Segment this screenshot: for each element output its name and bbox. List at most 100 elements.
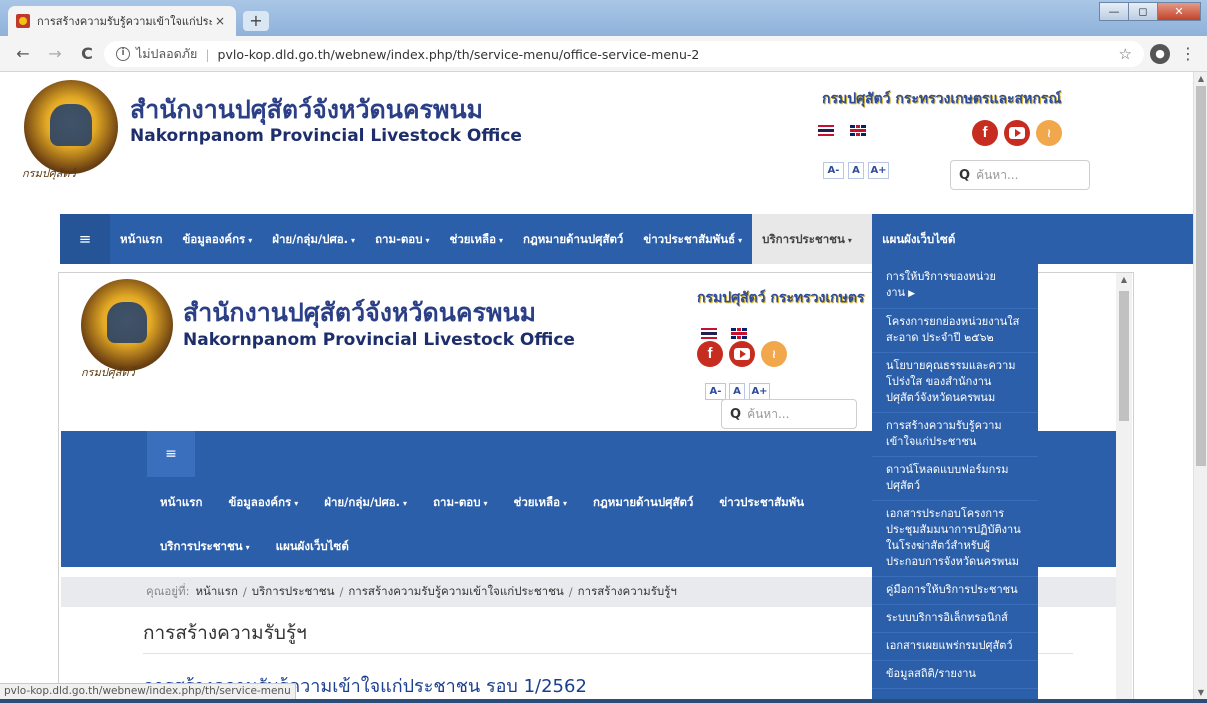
page-scroll-thumb[interactable] xyxy=(1196,86,1206,466)
breadcrumb-public-service[interactable]: บริการประชาชน xyxy=(252,583,335,601)
frame-font-decrease-button[interactable]: A- xyxy=(705,383,726,400)
scroll-up-icon[interactable]: ▲ xyxy=(1116,273,1132,287)
address-separator: | xyxy=(205,46,210,62)
nav-sitemap[interactable]: แผนผังเว็บไซต์ xyxy=(872,214,965,264)
nav-divisions[interactable]: ฝ่าย/กลุ่ม/ปศอ. ▾ xyxy=(262,214,365,264)
dropdown-item-publications[interactable]: เอกสารเผยแพร่กรมปศุสัตว์ xyxy=(872,633,1038,661)
browser-titlebar: การสร้างความรับรู้ความเข้าใจแก่ประชา × +… xyxy=(0,0,1207,36)
frame-nav-home[interactable]: หน้าแรก xyxy=(147,483,215,521)
new-tab-button[interactable]: + xyxy=(243,11,269,31)
browser-tab[interactable]: การสร้างความรับรู้ความเข้าใจแก่ประชา × xyxy=(8,6,236,36)
frame-nav-news[interactable]: ข่าวประชาสัมพัน xyxy=(706,483,817,521)
minimize-button[interactable]: — xyxy=(1099,2,1129,21)
department-label: กรมปศุสัตว์ กระทรวงเกษตรและสหกรณ์ xyxy=(822,91,1062,107)
chevron-down-icon: ▾ xyxy=(499,236,504,245)
uk-flag-icon[interactable] xyxy=(850,125,866,136)
frame-font-increase-button[interactable]: A+ xyxy=(749,383,770,400)
frame-scroll-thumb[interactable] xyxy=(1119,291,1129,421)
frame-search-icon: Q xyxy=(730,406,742,422)
frame-nav-organization[interactable]: ข้อมูลองค์กร ▾ xyxy=(215,483,311,521)
not-secure-label: ไม่ปลอดภัย xyxy=(136,46,198,61)
dropdown-item-download-forms[interactable]: ดาวน์โหลดแบบฟอร์มกรมปศุสัตว์ xyxy=(872,457,1038,501)
menu-toggle-icon[interactable]: ≡ xyxy=(60,214,110,264)
back-arrow-icon[interactable]: ← xyxy=(12,44,34,64)
frame-menu-toggle-icon[interactable]: ≡ xyxy=(147,431,195,477)
frame-scrollbar[interactable]: ▲ xyxy=(1116,273,1132,703)
frame-rss-icon[interactable]: ≀ xyxy=(761,341,787,367)
search-input[interactable]: Q ค้นหา... xyxy=(950,160,1090,190)
scroll-up-icon[interactable]: ▲ xyxy=(1194,72,1207,86)
scroll-down-icon[interactable]: ▼ xyxy=(1194,686,1207,700)
bookmark-star-icon[interactable]: ☆ xyxy=(1119,45,1132,63)
browser-menu-icon[interactable]: ⋮ xyxy=(1180,44,1196,64)
frame-uk-flag-icon[interactable] xyxy=(731,328,747,339)
nav-help[interactable]: ช่วยเหลือ ▾ xyxy=(440,214,513,264)
tab-close-icon[interactable]: × xyxy=(212,14,228,28)
status-bar-url: pvlo-kop.dld.go.th/webnew/index.php/th/s… xyxy=(0,683,296,700)
nav-qa[interactable]: ถาม-ตอบ ▾ xyxy=(365,214,439,264)
site-title-thai[interactable]: สำนักงานปศุสัตว์จังหวัดนครพนม xyxy=(130,90,483,130)
dropdown-item-agency-service[interactable]: การให้บริการของหน่วยงาน ▶ xyxy=(872,264,1038,309)
dropdown-item-slaughterhouse-docs[interactable]: เอกสารประกอบโครงการประชุมสัมมนาการปฏิบัต… xyxy=(872,501,1038,577)
nav-law[interactable]: กฎหมายด้านปศุสัตว์ xyxy=(513,214,633,264)
font-decrease-button[interactable]: A- xyxy=(823,162,844,179)
frame-font-normal-button[interactable]: A xyxy=(729,383,745,400)
dropdown-item-ethics-policy[interactable]: นโยบายคุณธรรมและความโปร่งใส ของสำนักงานป… xyxy=(872,353,1038,413)
font-increase-button[interactable]: A+ xyxy=(868,162,889,179)
logo-script-text: กรมปศุสัตว์ xyxy=(22,167,76,180)
frame-site-title-english[interactable]: Nakornpanom Provincial Livestock Office xyxy=(183,330,575,350)
url-text[interactable]: pvlo-kop.dld.go.th/webnew/index.php/th/s… xyxy=(218,47,700,62)
maximize-button[interactable]: ◻ xyxy=(1128,2,1158,21)
nav-home[interactable]: หน้าแรก xyxy=(110,214,172,264)
profile-avatar-icon[interactable]: ● xyxy=(1150,44,1170,64)
frame-nav-qa[interactable]: ถาม-ตอบ ▾ xyxy=(420,483,500,521)
frame-search-input[interactable]: Q ค้นหา... xyxy=(721,399,857,429)
reload-icon[interactable]: C xyxy=(76,44,98,64)
rss-icon[interactable]: ≀ xyxy=(1036,120,1062,146)
frame-nav-law[interactable]: กฎหมายด้านปศุสัตว์ xyxy=(580,483,706,521)
facebook-icon[interactable]: f xyxy=(972,120,998,146)
frame-nav-row-1: หน้าแรก ข้อมูลองค์กร ▾ ฝ่าย/กลุ่ม/ปศอ. ▾ ถ… xyxy=(147,483,817,521)
search-icon: Q xyxy=(959,167,971,183)
dropdown-item-public-awareness[interactable]: การสร้างความรับรู้ความเข้าใจแก่ประชาชน xyxy=(872,413,1038,457)
frame-nav-divisions[interactable]: ฝ่าย/กลุ่ม/ปศอ. ▾ xyxy=(311,483,420,521)
chevron-down-icon: ▾ xyxy=(245,543,250,552)
info-icon[interactable]: i xyxy=(116,47,130,61)
frame-nav-sitemap[interactable]: แผนผังเว็บไซต์ xyxy=(263,527,362,565)
breadcrumb-home[interactable]: หน้าแรก xyxy=(195,583,237,601)
dropdown-item-service-manual[interactable]: คู่มือการให้บริการประชาชน xyxy=(872,577,1038,605)
nav-news[interactable]: ข่าวประชาสัมพันธ์ ▾ xyxy=(633,214,752,264)
site-favicon-icon xyxy=(16,14,30,28)
forward-arrow-icon[interactable]: → xyxy=(44,44,66,64)
chevron-down-icon: ▾ xyxy=(294,499,299,508)
nav-organization[interactable]: ข้อมูลองค์กร ▾ xyxy=(172,214,262,264)
frame-dld-logo[interactable] xyxy=(81,279,173,371)
dropdown-item-clean-agency[interactable]: โครงการยกย่องหน่วยงานใสสะอาด ประจำปี ๒๕๖… xyxy=(872,309,1038,353)
frame-thai-flag-icon[interactable] xyxy=(701,328,717,339)
nav-public-service[interactable]: บริการประชาชน ▾ xyxy=(752,214,873,264)
main-navbar: ≡ หน้าแรก ข้อมูลองค์กร ▾ ฝ่าย/กลุ่ม/ปศอ. ▾… xyxy=(60,214,1193,264)
address-bar[interactable]: i ไม่ปลอดภัย | pvlo-kop.dld.go.th/webnew… xyxy=(104,41,1144,67)
frame-nav-help[interactable]: ช่วยเหลือ ▾ xyxy=(501,483,580,521)
dld-logo[interactable] xyxy=(24,80,118,174)
site-title-english[interactable]: Nakornpanom Provincial Livestock Office xyxy=(130,126,522,146)
submenu-arrow-icon: ▶ xyxy=(908,289,915,299)
youtube-icon[interactable] xyxy=(1004,120,1030,146)
frame-nav-public-service[interactable]: บริการประชาชน ▾ xyxy=(147,527,263,565)
frame-department-label: กรมปศุสัตว์ กระทรวงเกษตร xyxy=(697,290,865,306)
breadcrumb-label: คุณอยู่ที่: xyxy=(146,584,190,598)
tab-title: การสร้างความรับรู้ความเข้าใจแก่ประชา xyxy=(37,15,212,28)
frame-nav-row-2: บริการประชาชน ▾ แผนผังเว็บไซต์ xyxy=(147,527,362,565)
frame-site-title-thai[interactable]: สำนักงานปศุสัตว์จังหวัดนครพนม xyxy=(183,293,536,333)
dropdown-item-e-service[interactable]: ระบบบริการอิเล็กทรอนิกส์ xyxy=(872,605,1038,633)
frame-facebook-icon[interactable]: f xyxy=(697,341,723,367)
font-normal-button[interactable]: A xyxy=(848,162,864,179)
page-scrollbar[interactable]: ▲ ▼ xyxy=(1193,72,1207,703)
window-controls: — ◻ ✕ xyxy=(1099,2,1201,21)
frame-youtube-icon[interactable] xyxy=(729,341,755,367)
dropdown-item-statistics[interactable]: ข้อมูลสถิติ/รายงาน xyxy=(872,661,1038,689)
thai-flag-icon[interactable] xyxy=(818,125,834,136)
close-window-button[interactable]: ✕ xyxy=(1157,2,1201,21)
chevron-down-icon: ▾ xyxy=(425,236,430,245)
breadcrumb-awareness[interactable]: การสร้างความรับรู้ความเข้าใจแก่ประชาชน xyxy=(348,583,563,601)
